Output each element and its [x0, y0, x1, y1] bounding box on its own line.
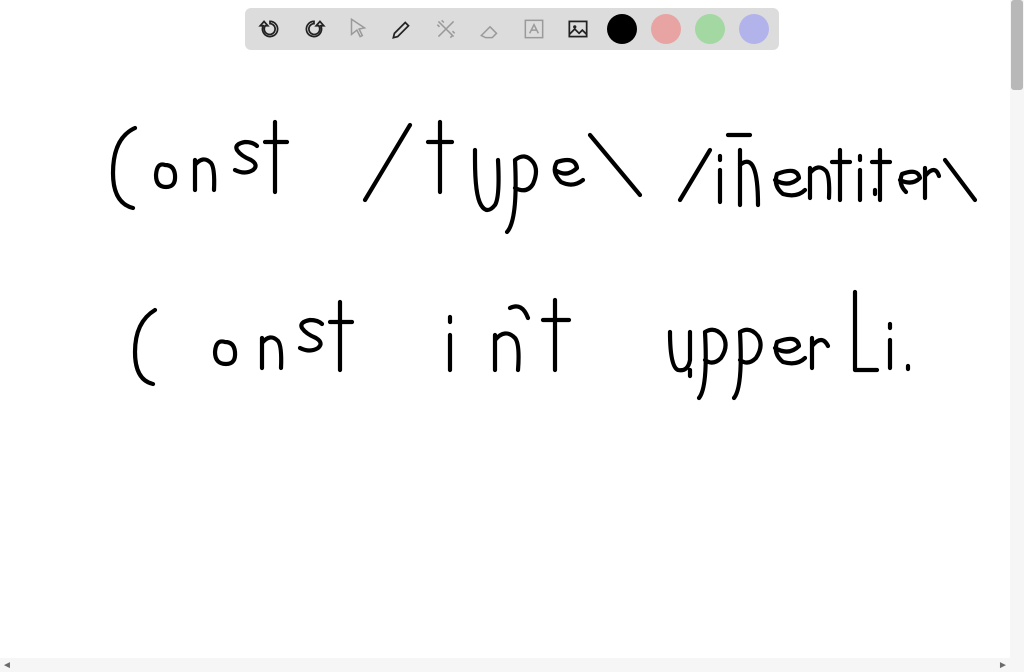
- handwriting-layer: [0, 60, 1010, 658]
- color-lavender-swatch[interactable]: [739, 14, 769, 44]
- pencil-icon: [389, 16, 415, 42]
- text-icon: [521, 16, 547, 42]
- text-button[interactable]: [519, 14, 549, 44]
- pointer-icon: [345, 16, 371, 42]
- hscroll-right-arrow-icon[interactable]: ►: [996, 658, 1010, 672]
- vertical-scrollbar-thumb[interactable]: [1011, 0, 1023, 90]
- image-icon: [565, 16, 591, 42]
- eraser-icon: [477, 16, 503, 42]
- tools-icon: [433, 16, 459, 42]
- redo-icon: [301, 16, 327, 42]
- color-pink-swatch[interactable]: [651, 14, 681, 44]
- redo-button[interactable]: [299, 14, 329, 44]
- pointer-button[interactable]: [343, 14, 373, 44]
- hscroll-left-arrow-icon[interactable]: ◄: [0, 658, 14, 672]
- eraser-button[interactable]: [475, 14, 505, 44]
- color-black-swatch[interactable]: [607, 14, 637, 44]
- undo-icon: [257, 16, 283, 42]
- vertical-scrollbar[interactable]: [1010, 0, 1024, 672]
- image-button[interactable]: [563, 14, 593, 44]
- horizontal-scrollbar[interactable]: ◄ ►: [0, 658, 1024, 672]
- pencil-button[interactable]: [387, 14, 417, 44]
- app-viewport: Const <type> <identifier> Const int uppe…: [0, 0, 1024, 672]
- drawing-toolbar: [245, 8, 779, 50]
- tools-button[interactable]: [431, 14, 461, 44]
- undo-button[interactable]: [255, 14, 285, 44]
- drawing-canvas[interactable]: Const <type> <identifier> Const int uppe…: [0, 60, 1024, 672]
- color-green-swatch[interactable]: [695, 14, 725, 44]
